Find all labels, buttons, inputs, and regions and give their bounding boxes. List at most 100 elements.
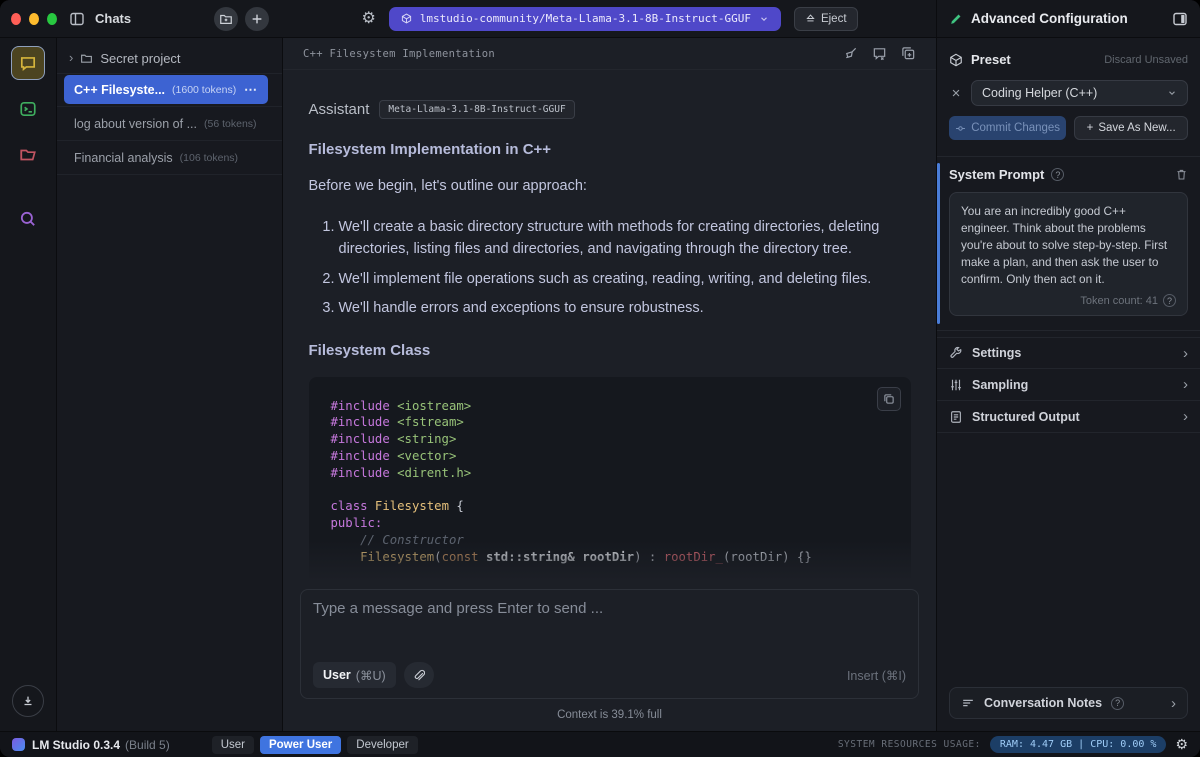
chat-list-item[interactable]: log about version of ... (56 tokens)	[64, 109, 268, 138]
section-settings[interactable]: Settings ›	[937, 337, 1200, 370]
downloads-icon[interactable]	[12, 685, 44, 717]
nav-developer-icon[interactable]	[11, 92, 45, 126]
preset-section-header: Preset Discard Unsaved	[949, 52, 1188, 67]
lm-studio-window: Chats ⚙ lmstudio-community/Meta-Llama-3.…	[0, 0, 1200, 757]
preset-cube-icon	[950, 53, 962, 66]
panel-left-toggle-icon[interactable]	[69, 11, 85, 27]
advanced-config-panel: Preset Discard Unsaved × Coding Helper (…	[936, 38, 1200, 731]
attach-file-button[interactable]	[403, 662, 434, 688]
list-item: We'll implement file operations such as …	[339, 268, 911, 290]
help-icon[interactable]: ?	[1051, 168, 1065, 181]
nav-my-models-icon[interactable]	[11, 138, 45, 172]
clear-preset-icon[interactable]: ×	[949, 85, 963, 102]
mode-user-button[interactable]: User	[211, 735, 254, 754]
chat-more-icon[interactable]: ⋯	[244, 82, 258, 98]
wrench-icon	[949, 346, 963, 360]
system-prompt-section: System Prompt ? You are an incredibly go…	[937, 156, 1200, 332]
chevron-right-icon: ›	[1183, 344, 1188, 362]
composer: User (⌘U) Insert (⌘I)	[300, 589, 919, 699]
system-prompt-label: System Prompt	[949, 167, 1045, 182]
advanced-config-header: Advanced Configuration	[936, 0, 1200, 37]
title-bar: Chats ⚙ lmstudio-community/Meta-Llama-3.…	[0, 0, 1200, 38]
chevron-down-icon	[761, 16, 767, 21]
new-folder-button[interactable]	[214, 6, 238, 31]
chevron-right-icon: ›	[1183, 376, 1188, 394]
conversation-notes-button[interactable]: Conversation Notes ? ›	[949, 687, 1188, 719]
chevron-right-icon: ›	[1171, 694, 1176, 712]
minimize-window-button[interactable]	[29, 12, 39, 25]
copy-code-icon[interactable]	[876, 386, 901, 411]
status-bar: LM Studio 0.3.4 (Build 5) User Power Use…	[0, 731, 1200, 757]
sidebar-folder-secret-project[interactable]: › Secret project	[57, 44, 282, 74]
zoom-window-button[interactable]	[47, 12, 57, 25]
clear-messages-icon[interactable]	[872, 46, 887, 61]
list-item: We'll create a basic directory structure…	[339, 216, 911, 261]
commit-icon	[956, 125, 966, 131]
section-structured-output[interactable]: Structured Output ›	[937, 401, 1200, 434]
chats-title: Chats	[95, 11, 132, 26]
new-window-icon[interactable]	[901, 46, 916, 61]
notes-lines-icon	[961, 696, 975, 710]
chat-list-item[interactable]: Financial analysis (106 tokens)	[64, 143, 268, 172]
system-prompt-editor[interactable]: You are an incredibly good C++ engineer.…	[949, 192, 1188, 317]
model-chip-icon	[401, 13, 411, 24]
discard-unsaved-button[interactable]: Discard Unsaved	[1104, 54, 1188, 66]
left-icon-rail	[0, 38, 57, 731]
commit-changes-button[interactable]: Commit Changes	[949, 116, 1067, 140]
section-sampling[interactable]: Sampling ›	[937, 369, 1200, 402]
save-as-new-button[interactable]: + Save As New...	[1074, 116, 1188, 140]
paperclip-icon	[414, 669, 426, 680]
folder-name: Secret project	[100, 51, 181, 66]
eject-icon	[806, 14, 815, 22]
role-selector-button[interactable]: User (⌘U)	[313, 662, 396, 688]
insert-hint[interactable]: Insert (⌘I)	[847, 668, 906, 683]
nav-chat-icon[interactable]	[11, 46, 45, 80]
mode-power-user-button[interactable]: Power User	[259, 735, 342, 754]
resource-usage-pill[interactable]: RAM: 4.47 GB | CPU: 0.00 %	[989, 736, 1167, 753]
new-chat-button[interactable]	[245, 6, 269, 31]
preset-dropdown[interactable]: Coding Helper (C++)	[971, 80, 1188, 106]
message-heading: Filesystem Class	[308, 341, 431, 359]
message-paragraph: Before we begin, let's outline our appro…	[308, 178, 587, 194]
folder-icon	[81, 54, 93, 63]
chats-sidebar: › Secret project C++ Filesyste... (1600 …	[57, 38, 283, 731]
panel-right-toggle-icon[interactable]	[1172, 11, 1188, 27]
model-selector[interactable]: lmstudio-community/Meta-Llama-3.1-8B-Ins…	[388, 6, 781, 31]
mode-switcher: User Power User Developer	[211, 735, 418, 754]
message-input[interactable]	[313, 600, 906, 662]
eject-model-button[interactable]: Eject	[793, 6, 858, 31]
mode-developer-button[interactable]: Developer	[347, 735, 418, 754]
chat-list-item[interactable]: C++ Filesyste... (1600 tokens) ⋯	[64, 75, 268, 104]
help-icon[interactable]: ?	[1111, 696, 1125, 710]
document-icon	[949, 410, 963, 424]
help-icon[interactable]: ?	[1163, 294, 1176, 308]
list-item: We'll handle errors and exceptions to en…	[339, 297, 911, 319]
message-heading: Filesystem Implementation in C++	[308, 141, 552, 158]
token-count: Token count: 41	[1080, 294, 1158, 307]
clear-all-icon[interactable]	[843, 46, 858, 61]
chevron-down-icon	[1167, 88, 1177, 98]
composer-area: User (⌘U) Insert (⌘I) Context is 39.1% f…	[283, 586, 936, 731]
model-settings-gear-icon[interactable]: ⚙	[361, 10, 375, 27]
assistant-model-badge: Meta-Llama-3.1-8B-Instruct-GGUF	[379, 100, 575, 119]
settings-gear-icon[interactable]: ⚙	[1175, 736, 1188, 753]
folder-collapse-chevron-icon[interactable]: ›	[69, 50, 73, 65]
model-toolbar: ⚙ lmstudio-community/Meta-Llama-3.1-8B-I…	[283, 0, 936, 37]
code-block: #include <iostream> #include <fstream> #in…	[308, 376, 911, 586]
code-content[interactable]: #include <iostream> #include <fstream> #in…	[331, 398, 889, 586]
nav-discover-icon[interactable]	[11, 202, 45, 236]
pencil-icon	[951, 14, 961, 24]
sliders-icon	[949, 378, 963, 392]
app-build: (Build 5)	[125, 737, 170, 752]
trash-icon[interactable]	[1175, 168, 1188, 181]
close-window-button[interactable]	[11, 12, 21, 25]
chat-main: C++ Filesystem Implementation Assistant …	[283, 38, 936, 731]
sidebar-header: Chats	[57, 0, 283, 37]
context-status: Context is 39.1% full	[557, 709, 662, 721]
chevron-right-icon: ›	[1183, 408, 1188, 426]
preset-label: Preset	[971, 52, 1011, 67]
message-list[interactable]: Assistant Meta-Llama-3.1-8B-Instruct-GGU…	[283, 70, 936, 586]
usage-label: SYSTEM RESOURCES USAGE:	[837, 739, 981, 750]
chat-title: C++ Filesystem Implementation	[303, 47, 496, 60]
assistant-label: Assistant	[308, 101, 370, 118]
